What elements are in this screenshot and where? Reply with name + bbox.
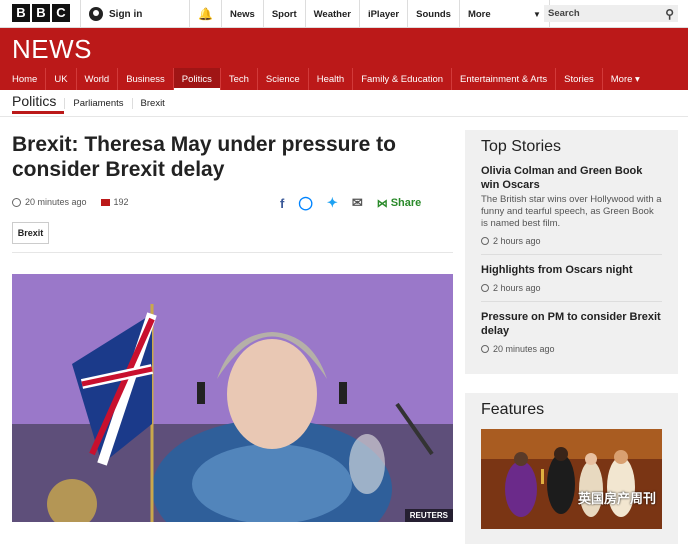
user-icon — [89, 7, 103, 21]
sub-nav-brexit[interactable]: Brexit — [131, 97, 173, 109]
share-icon: ⋈ — [376, 197, 388, 210]
facebook-icon[interactable]: f — [280, 196, 284, 211]
nav-home[interactable]: Home — [4, 68, 45, 90]
twitter-icon[interactable]: ✦ — [327, 195, 338, 211]
nav-science[interactable]: Science — [256, 68, 308, 90]
list-item[interactable]: Olivia Colman and Green Book win Oscars … — [481, 164, 662, 255]
divider — [12, 252, 453, 253]
story-time-label: 20 minutes ago — [493, 344, 555, 354]
top-nav-sounds[interactable]: Sounds — [408, 0, 460, 28]
story-headline[interactable]: Highlights from Oscars night — [481, 263, 662, 277]
feature-image[interactable] — [481, 429, 662, 529]
top-nav-iplayer[interactable]: iPlayer — [360, 0, 409, 28]
sub-nav-parliaments[interactable]: Parliaments — [64, 97, 131, 109]
watermark: 英国房产周刊 — [578, 491, 657, 506]
story-time-label: 2 hours ago — [493, 283, 541, 293]
nav-business[interactable]: Business — [117, 68, 173, 90]
top-nav-more[interactable]: More ▼ — [460, 0, 550, 28]
logo-letter: B — [12, 4, 30, 22]
photo-credit: REUTERS — [404, 509, 453, 522]
top-nav-weather[interactable]: Weather — [306, 0, 360, 28]
clock-icon — [481, 345, 489, 353]
chevron-down-icon: ▼ — [533, 9, 541, 19]
search-icon[interactable]: ⚲ — [665, 6, 674, 23]
divider — [0, 116, 688, 117]
story-time: 20 minutes ago — [481, 344, 662, 354]
story-summary: The British star wins over Hollywood wit… — [481, 194, 662, 229]
top-nav-more-label: More — [467, 8, 491, 20]
top-bar: B B C Sign in 🔔 News Sport Weather iPlay… — [0, 0, 688, 28]
search-input[interactable]: Search ⚲ — [544, 5, 678, 22]
features-panel: Features — [465, 393, 678, 544]
nav-politics[interactable]: Politics — [172, 68, 220, 90]
email-icon[interactable]: ✉ — [352, 195, 363, 211]
feature-photo-illustration — [481, 429, 662, 529]
topic-tag-brexit[interactable]: Brexit — [12, 222, 49, 244]
bbc-logo[interactable]: B B C — [12, 4, 70, 22]
article-headline: Brexit: Theresa May under pressure to co… — [12, 133, 396, 181]
sub-nav: Politics Parliaments Brexit — [12, 92, 173, 114]
clock-icon — [12, 197, 21, 207]
sign-in-button[interactable]: Sign in — [80, 0, 190, 28]
main-nav: Home UK World Business Politics Tech Sci… — [0, 68, 688, 90]
search-placeholder: Search — [548, 8, 580, 19]
story-time: 2 hours ago — [481, 283, 662, 293]
logo-letter: B — [32, 4, 50, 22]
messenger-icon[interactable]: ◯ — [298, 195, 313, 211]
nav-entertainment-arts[interactable]: Entertainment & Arts — [451, 68, 555, 90]
top-nav-news[interactable]: News — [222, 0, 264, 28]
top-nav-sport[interactable]: Sport — [264, 0, 306, 28]
nav-uk[interactable]: UK — [45, 68, 75, 90]
comment-count[interactable]: 192 — [114, 197, 129, 207]
story-headline[interactable]: Olivia Colman and Green Book win Oscars — [481, 164, 662, 192]
notifications-bell-icon[interactable]: 🔔 — [190, 0, 222, 28]
top-nav: News Sport Weather iPlayer Sounds More ▼ — [222, 0, 550, 28]
article-hero-image: REUTERS — [12, 274, 453, 522]
list-item[interactable]: Highlights from Oscars night 2 hours ago — [481, 263, 662, 302]
nav-tech[interactable]: Tech — [219, 68, 257, 90]
top-stories-panel: Top Stories Olivia Colman and Green Book… — [465, 130, 678, 374]
story-time: 2 hours ago — [481, 236, 662, 246]
share-bar: f ◯ ✦ ✉ ⋈ Share — [280, 195, 421, 211]
clock-icon — [481, 237, 489, 245]
clock-icon — [481, 284, 489, 292]
nav-health[interactable]: Health — [307, 68, 352, 90]
nav-family-education[interactable]: Family & Education — [352, 68, 451, 90]
story-time-label: 2 hours ago — [493, 236, 541, 246]
list-item[interactable]: Pressure on PM to consider Brexit delay … — [481, 310, 662, 362]
nav-world[interactable]: World — [75, 68, 118, 90]
top-stories-title: Top Stories — [481, 138, 562, 155]
article-meta: 20 minutes ago 192 — [12, 197, 129, 207]
news-banner: NEWS — [0, 28, 688, 68]
features-title: Features — [481, 401, 545, 418]
article-time: 20 minutes ago — [25, 197, 87, 207]
nav-stories[interactable]: Stories — [555, 68, 602, 90]
comment-icon[interactable] — [100, 198, 110, 206]
nav-more[interactable]: More ▾ — [601, 68, 648, 90]
share-button[interactable]: ⋈ Share — [377, 197, 422, 210]
logo-letter: C — [52, 4, 70, 22]
story-headline[interactable]: Pressure on PM to consider Brexit delay — [481, 310, 662, 338]
share-label: Share — [390, 197, 422, 209]
news-wordmark[interactable]: NEWS — [12, 34, 92, 65]
sub-nav-politics[interactable]: Politics — [12, 93, 65, 114]
hero-photo-illustration — [12, 274, 453, 522]
sign-in-label: Sign in — [109, 8, 143, 20]
